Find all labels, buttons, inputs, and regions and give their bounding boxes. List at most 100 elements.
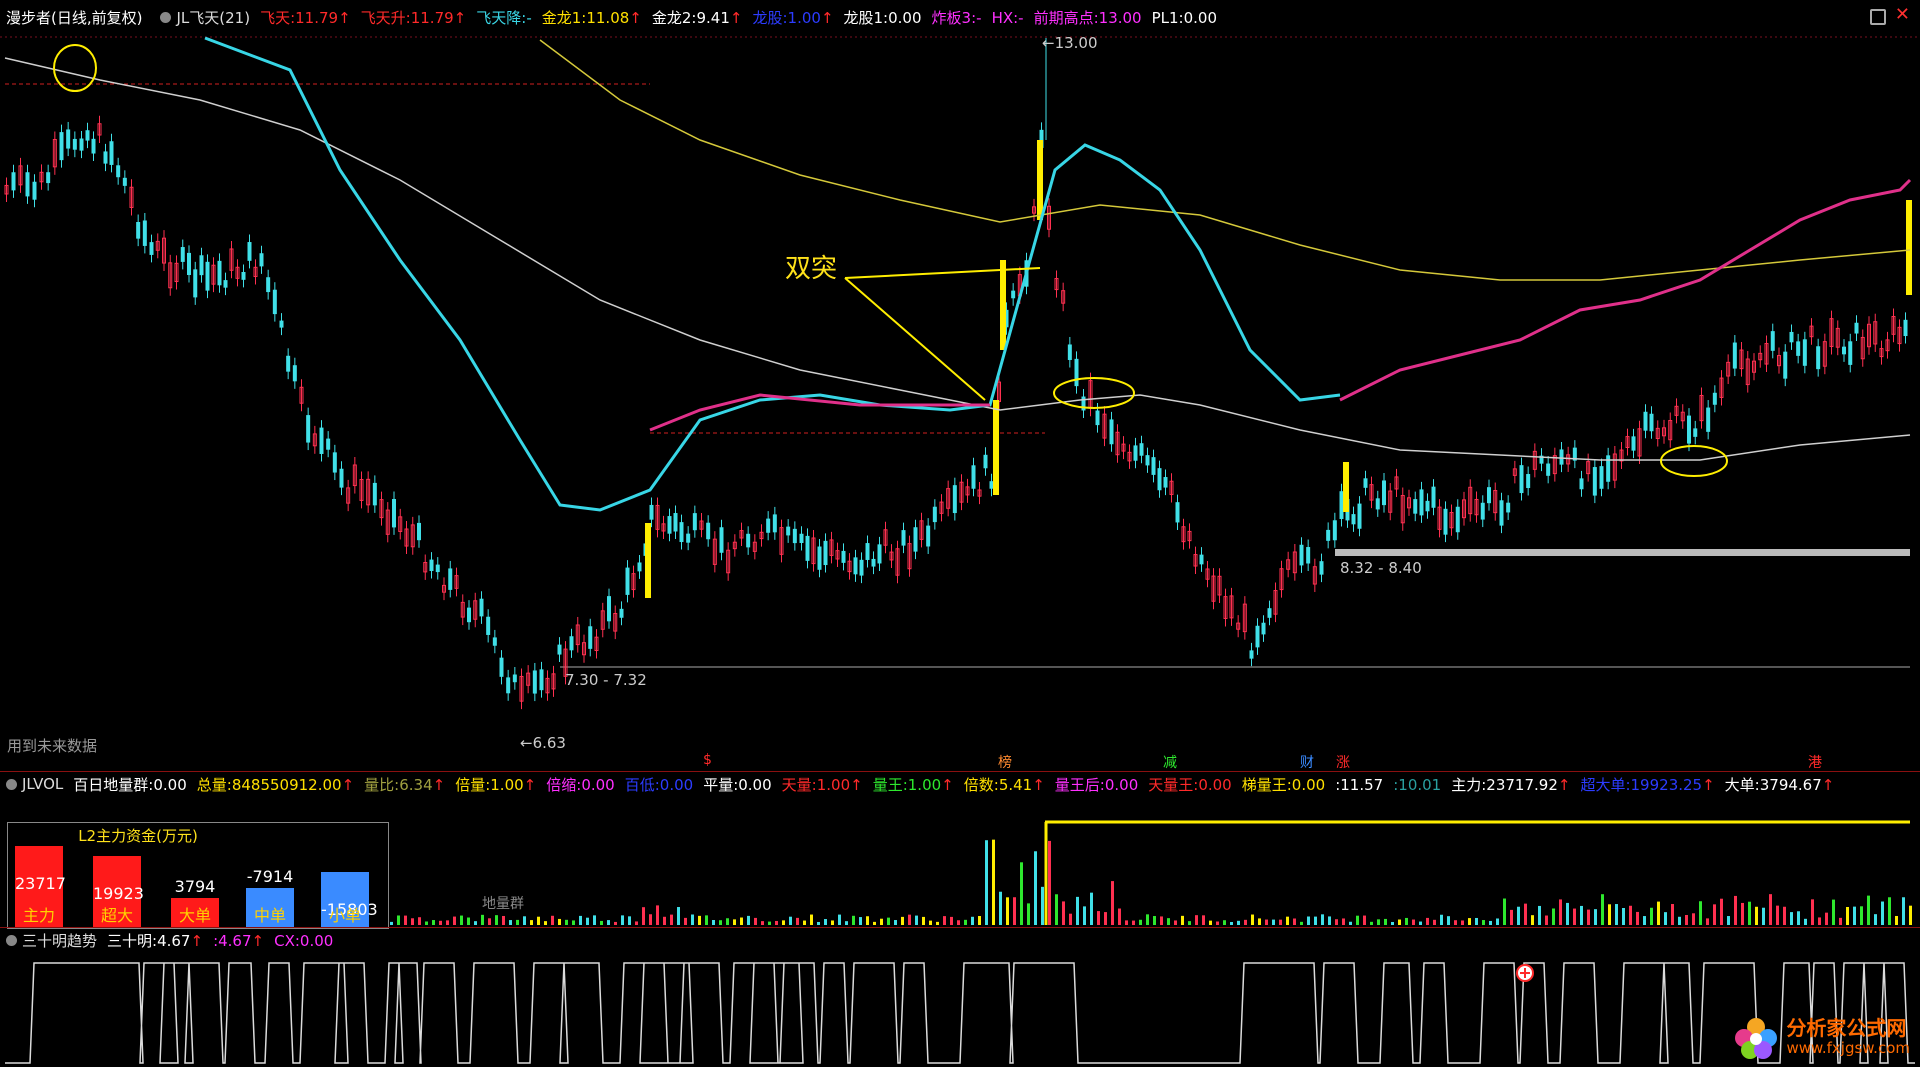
volume-bar [1482, 920, 1485, 925]
volume-bar [747, 915, 750, 925]
volume-bar [1412, 919, 1415, 925]
candle-body [673, 513, 678, 532]
volume-bar [509, 920, 512, 925]
ma-white-line [4, 57, 1911, 461]
volume-bar [439, 920, 442, 925]
volume-bar [502, 915, 505, 925]
volume-group-label: 地量群 [482, 896, 524, 912]
volume-bar [1853, 906, 1856, 925]
volume-header-item-label: 平量: [703, 775, 739, 794]
volume-bar [1545, 915, 1548, 925]
support-range-label: 7.30 - 7.32 [565, 671, 647, 689]
candle-body [913, 527, 918, 552]
volume-bar [1818, 917, 1821, 925]
volume-bar [453, 916, 456, 925]
l2-bar-value: 23717 [15, 874, 66, 893]
candle-body [1261, 622, 1266, 635]
flower-logo-icon [1735, 1018, 1778, 1059]
candle-body [686, 533, 691, 543]
candle-body [539, 669, 544, 691]
volume-bar [1097, 911, 1100, 925]
volume-bar [607, 920, 610, 925]
volume-bar [1524, 903, 1527, 925]
candle-body [1133, 445, 1138, 461]
candle-body [932, 506, 937, 523]
volume-bar [656, 905, 659, 925]
volume-bar [1657, 901, 1660, 925]
volume-bar [1384, 918, 1387, 925]
volume-bar [1440, 914, 1443, 925]
candle-body [435, 564, 440, 573]
volume-bar [740, 917, 743, 925]
volume-bar [418, 917, 421, 925]
trend-indicator-values: 三十明:4.67↑:4.67↑ CX:0.00 [107, 930, 343, 951]
volume-bar [1160, 916, 1163, 925]
volume-bar [712, 920, 715, 925]
volume-bar [1783, 906, 1786, 925]
volume-bar [1237, 920, 1240, 925]
l2-panel-title: L2主力资金(万元) [78, 827, 198, 845]
volume-bar [908, 914, 911, 925]
volume-bar [1265, 919, 1268, 925]
volume-bar [705, 915, 708, 925]
volume-bar [663, 916, 666, 925]
candle-body [1175, 502, 1180, 523]
volume-header-item-value: 0.00 [1198, 775, 1232, 794]
candle-body [85, 130, 90, 141]
volume-bar [1699, 901, 1702, 925]
volume-bar [1580, 905, 1583, 925]
volume-bar [1902, 897, 1905, 925]
volume-header-item: :11.57 [1335, 776, 1383, 794]
volume-bar [1636, 911, 1639, 925]
volume-bar [859, 917, 862, 925]
volume-bar [985, 840, 988, 925]
volume-bar [677, 907, 680, 925]
volume-header-item: 倍数:5.41↑ [964, 776, 1045, 794]
volume-bar [1279, 919, 1282, 925]
candle-body [241, 272, 246, 280]
candle-body [486, 616, 491, 635]
volume-bar [642, 907, 645, 925]
volume-bar [474, 921, 477, 925]
trend-header-item-value: 0.00 [299, 931, 334, 950]
candle-body [1074, 358, 1079, 387]
candle-body [1419, 489, 1424, 516]
candle-body [1351, 514, 1356, 525]
trend-indicator-toggle-icon[interactable] [6, 934, 17, 946]
volume-bar [901, 916, 904, 925]
volume-bar [1566, 902, 1569, 925]
highlight-circle-mid [1053, 377, 1135, 409]
volume-bar [1104, 912, 1107, 925]
candle-body [1443, 508, 1448, 535]
volume-bar [1258, 918, 1261, 925]
candle-body [1319, 561, 1324, 575]
volume-header-item-value: 19923.25 [1630, 775, 1703, 794]
l2-bar-value: 19923 [93, 884, 144, 903]
l2-bar-value: -7914 [246, 867, 294, 886]
volume-header-item-label: 倍缩: [546, 775, 582, 794]
candle-body [506, 677, 511, 694]
candle-body [706, 522, 711, 540]
volume-bar [1748, 901, 1751, 925]
volume-header-item-value: 0.00 [1291, 775, 1326, 794]
volume-bar [1419, 921, 1422, 925]
candle-body [859, 559, 864, 576]
volume-header-item-label: 天量: [781, 775, 817, 794]
candle-body [1480, 502, 1485, 520]
volume-bar [1139, 919, 1142, 925]
candle-body [1706, 407, 1711, 432]
candle-body [877, 544, 882, 564]
volume-bar [1251, 914, 1254, 925]
volume-bar [1489, 920, 1492, 925]
candle-body [1499, 500, 1504, 526]
candle-body [692, 513, 697, 531]
candle-body [1326, 529, 1331, 541]
volume-bar [1517, 906, 1520, 925]
volume-bar [621, 915, 624, 925]
volume-indicator-toggle-icon[interactable] [6, 778, 17, 790]
volume-header-item-label: 超大单: [1580, 775, 1631, 794]
volume-bar [1244, 919, 1247, 925]
volume-bar [1356, 915, 1359, 925]
trend-header-item-value: 4.67 [157, 931, 191, 950]
price-chart[interactable] [0, 0, 1920, 770]
